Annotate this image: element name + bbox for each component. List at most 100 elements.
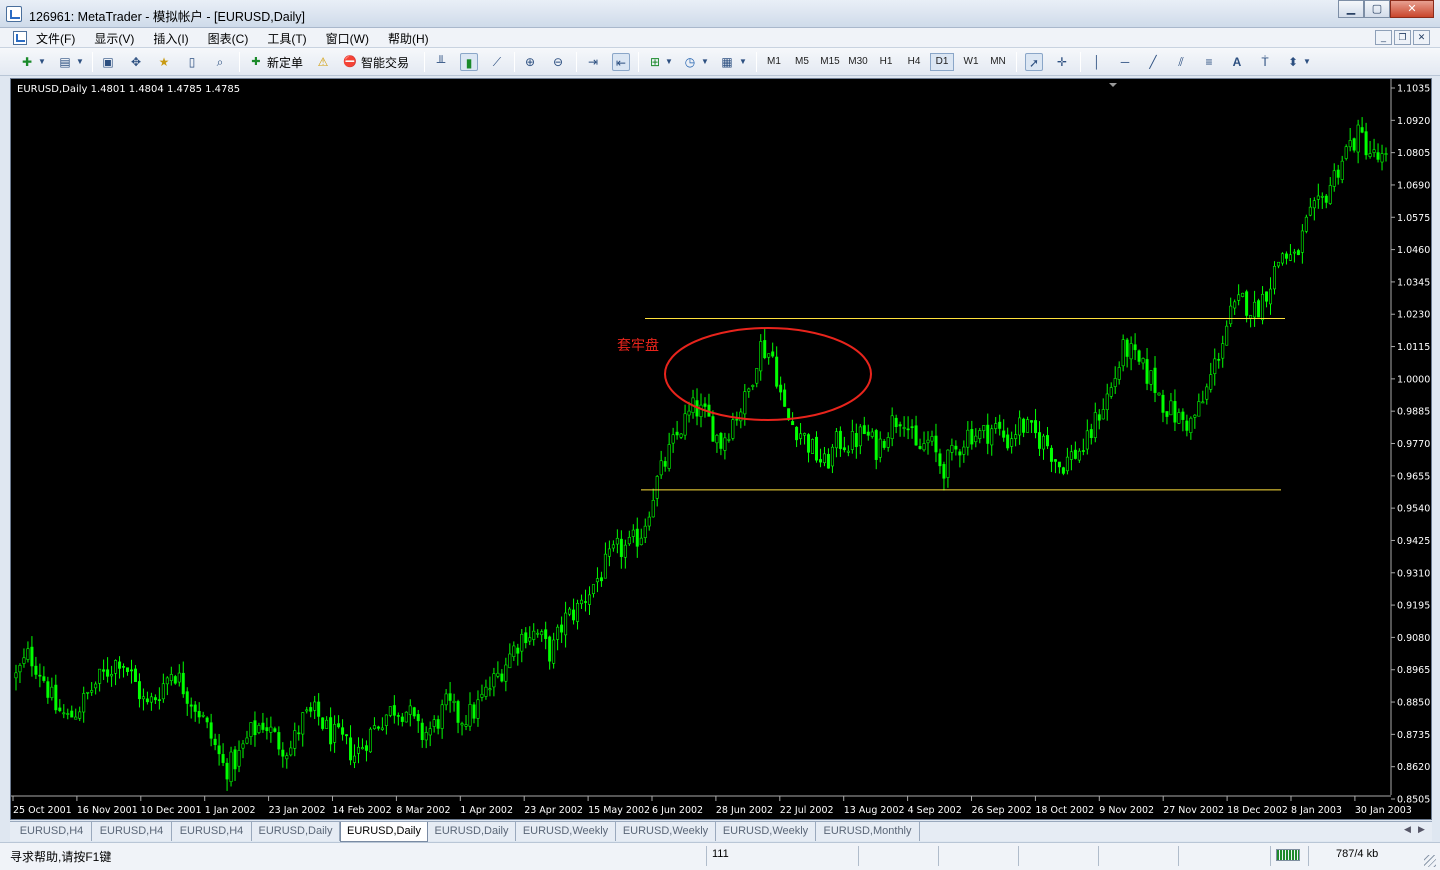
arrows-dropdown-icon[interactable]: ▼ — [1302, 53, 1312, 71]
menu-view[interactable]: 显示(V) — [94, 30, 134, 47]
mdi-close-button[interactable]: ✕ — [1413, 30, 1430, 45]
menu-charts[interactable]: 图表(C) — [208, 30, 249, 47]
timeframe-m5[interactable]: M5 — [792, 55, 812, 69]
mdi-minimize-button[interactable]: _ — [1375, 30, 1392, 45]
candle-body — [484, 686, 488, 697]
candle-body — [647, 516, 651, 527]
time-tick-label: 25 Oct 2001 — [13, 805, 72, 816]
candle-body — [492, 673, 496, 688]
templates-icon[interactable]: ▦ — [718, 53, 736, 71]
menu-tools[interactable]: 工具(T) — [267, 30, 306, 47]
text-label-icon[interactable]: Ṫ — [1256, 53, 1274, 71]
tab-eurusd-monthly[interactable]: EURUSD,Monthly — [816, 822, 920, 841]
timeframe-m1[interactable]: M1 — [764, 55, 784, 69]
price-chart[interactable]: 1.1035 1.0920 1.0805 1.0690 1.0575 1.0460 1.03… — [11, 79, 1431, 819]
favorites-icon[interactable]: ★ — [155, 53, 173, 71]
candle-body — [480, 693, 484, 698]
new-chart-icon[interactable]: ✚ — [18, 53, 36, 71]
timeframe-mn[interactable]: MN — [987, 55, 1009, 69]
tab-eurusd-h4-1[interactable]: EURUSD,H4 — [12, 822, 92, 841]
crosshair-icon[interactable]: ✛ — [1053, 53, 1071, 71]
timeframe-h1[interactable]: H1 — [876, 55, 896, 69]
candle-body — [129, 669, 133, 672]
resize-grip-icon[interactable] — [1424, 855, 1436, 867]
candle-body — [918, 446, 922, 449]
mdi-restore-button[interactable]: ❐ — [1394, 30, 1411, 45]
timeframe-m15[interactable]: M15 — [818, 55, 842, 69]
cursor-icon[interactable]: ➚ — [1025, 53, 1043, 71]
strategy-tester-icon[interactable]: ⌕ — [211, 53, 229, 71]
close-button[interactable]: ✕ — [1390, 0, 1434, 18]
templates-dropdown-icon[interactable]: ▼ — [738, 53, 748, 71]
trendline-icon[interactable]: ╱ — [1144, 53, 1162, 71]
candle-body — [1006, 434, 1010, 449]
auto-scroll-icon[interactable]: ⇥ — [584, 53, 602, 71]
tab-eurusd-weekly-3[interactable]: EURUSD,Weekly — [716, 822, 816, 841]
tab-eurusd-daily-2[interactable]: EURUSD,Daily — [428, 822, 516, 841]
metatrader-app-icon[interactable] — [6, 6, 22, 22]
timeframe-d1[interactable]: D1 — [930, 53, 954, 71]
connection-status-icon[interactable] — [1276, 849, 1300, 861]
tabs-scroll-right-icon[interactable]: ▶ — [1418, 824, 1425, 835]
candle-body — [703, 403, 707, 407]
menu-insert[interactable]: 插入(I) — [153, 30, 188, 47]
profiles-icon[interactable]: ▤ — [56, 53, 74, 71]
periods-dropdown-icon[interactable]: ▼ — [700, 53, 710, 71]
price-tick-label: 0.8505 — [1397, 795, 1430, 806]
chart-document-icon[interactable] — [13, 31, 27, 45]
line-chart-icon[interactable]: ⟋ — [488, 53, 506, 71]
candle-body — [50, 686, 54, 698]
candle-body — [1022, 418, 1026, 433]
tab-eurusd-h4-3[interactable]: EURUSD,H4 — [172, 822, 252, 841]
zoom-in-icon[interactable]: ⊕ — [521, 53, 539, 71]
menu-window[interactable]: 窗口(W) — [326, 30, 369, 47]
arrows-icon[interactable]: ⬍ — [1284, 53, 1302, 71]
horizontal-line-icon[interactable]: ─ — [1116, 53, 1134, 71]
tab-eurusd-h4-2[interactable]: EURUSD,H4 — [92, 822, 172, 841]
chart-window[interactable]: 1.1035 1.0920 1.0805 1.0690 1.0575 1.0460 1.03… — [10, 78, 1432, 820]
timeframe-w1[interactable]: W1 — [961, 55, 981, 69]
candle-body — [1185, 420, 1189, 431]
fibonacci-icon[interactable]: ≡ — [1200, 53, 1218, 71]
candle-body — [356, 746, 360, 754]
expert-advisors-button[interactable]: ⛔ 智能交易 — [342, 53, 409, 71]
candle-body — [353, 755, 357, 763]
candle-body — [524, 632, 528, 644]
timeframe-h4[interactable]: H4 — [904, 55, 924, 69]
tab-eurusd-weekly-2[interactable]: EURUSD,Weekly — [616, 822, 716, 841]
new-order-button[interactable]: ✚ 新定单 — [248, 53, 303, 71]
candle-body — [552, 639, 556, 664]
tab-eurusd-weekly-1[interactable]: EURUSD,Weekly — [516, 822, 616, 841]
time-tick-label: 1 Jan 2002 — [205, 805, 256, 816]
terminal-icon[interactable]: ▯ — [183, 53, 201, 71]
candle-body — [870, 431, 874, 437]
zoom-out-icon[interactable]: ⊖ — [549, 53, 567, 71]
maximize-button[interactable]: ▢ — [1364, 0, 1390, 18]
periods-clock-icon[interactable]: ◷ — [681, 53, 699, 71]
bar-chart-icon[interactable]: ╨ — [432, 53, 450, 71]
timeframe-m30[interactable]: M30 — [846, 55, 870, 69]
vertical-line-icon[interactable]: │ — [1088, 53, 1106, 71]
candle-body — [858, 426, 862, 447]
tabs-scroll-left-icon[interactable]: ◀ — [1404, 824, 1411, 835]
menu-file[interactable]: 文件(F) — [36, 30, 75, 47]
market-watch-icon[interactable]: ▣ — [99, 53, 117, 71]
alert-icon[interactable]: ⚠ — [314, 53, 332, 71]
candle-body — [1145, 359, 1149, 384]
candle-body — [544, 629, 548, 639]
equidistant-channel-icon[interactable]: ⫽ — [1172, 53, 1190, 71]
minimize-button[interactable]: ▁ — [1338, 0, 1364, 18]
menu-help[interactable]: 帮助(H) — [388, 30, 429, 47]
tab-eurusd-daily-active[interactable]: EURUSD,Daily — [340, 822, 428, 842]
candle-body — [679, 433, 683, 438]
candle-body — [1284, 253, 1288, 259]
indicators-dropdown-icon[interactable]: ▼ — [664, 53, 674, 71]
indicators-icon[interactable]: ⊞ — [646, 53, 664, 71]
text-icon[interactable]: A — [1228, 53, 1246, 71]
candlestick-chart-icon[interactable]: ▮ — [460, 53, 478, 71]
chart-shift-icon[interactable]: ⇤ — [612, 53, 630, 71]
new-chart-dropdown-icon[interactable]: ▼ — [36, 53, 48, 71]
tab-eurusd-daily-1[interactable]: EURUSD,Daily — [252, 822, 340, 841]
navigator-icon[interactable]: ✥ — [127, 53, 145, 71]
profiles-dropdown-icon[interactable]: ▼ — [74, 53, 86, 71]
